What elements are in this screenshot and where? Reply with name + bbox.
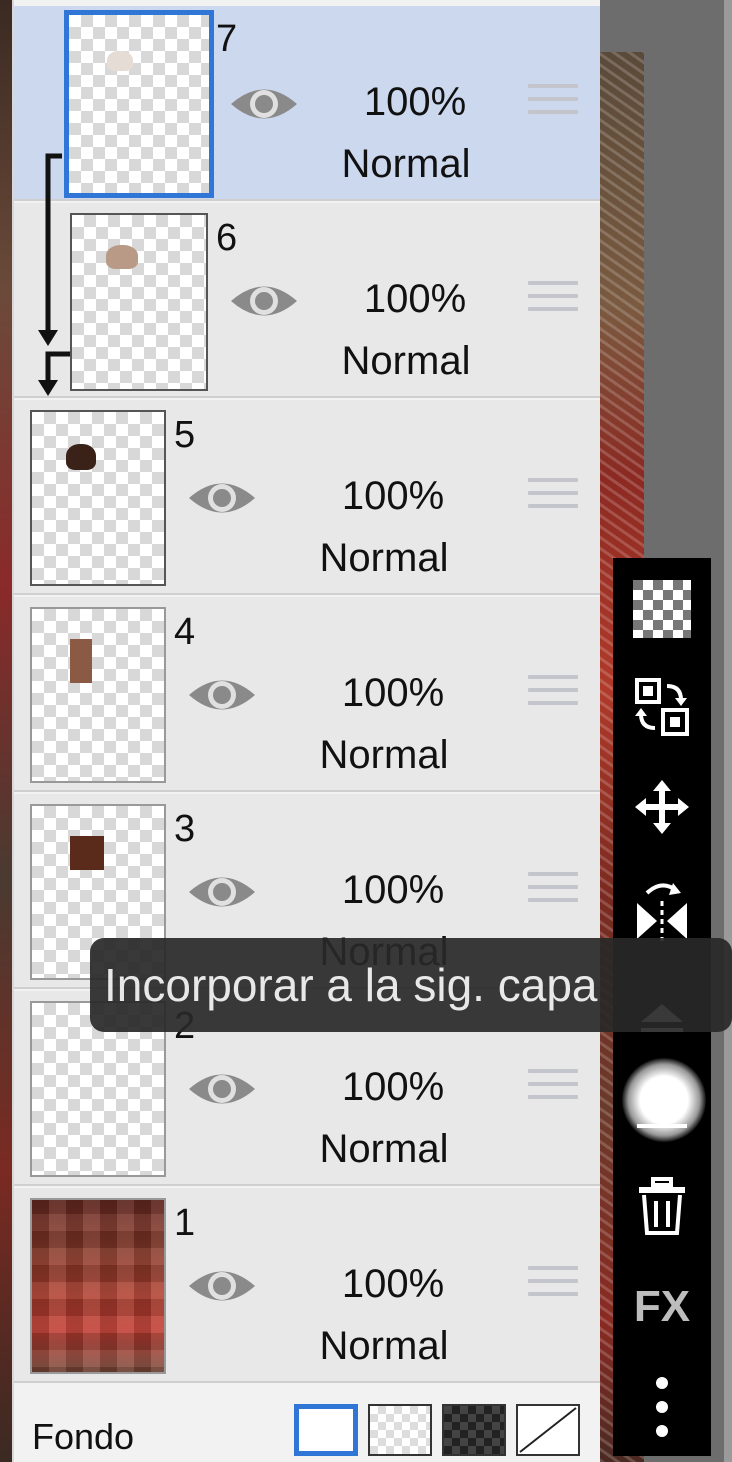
drag-handle-icon[interactable] [528, 1266, 578, 1306]
layer-row-1[interactable]: 1 100% Normal [14, 1188, 600, 1383]
layer-blend-mode[interactable]: Normal [284, 1127, 484, 1172]
swap-layers-icon[interactable] [613, 664, 711, 750]
layer-opacity[interactable]: 100% [308, 671, 478, 716]
layer-opacity[interactable]: 100% [330, 80, 500, 125]
layer-row-6[interactable]: 6 100% Normal [14, 203, 600, 398]
background-option-white[interactable] [294, 1404, 358, 1456]
layer-opacity[interactable]: 100% [330, 277, 500, 322]
background-bar: Fondo [14, 1386, 600, 1462]
eye-icon[interactable] [186, 672, 258, 718]
layer-blend-mode[interactable]: Normal [306, 339, 506, 384]
layer-number: 4 [174, 611, 196, 653]
trash-icon[interactable] [613, 1164, 711, 1250]
clipping-arrow-icon [38, 153, 70, 396]
background-option-transparent-light[interactable] [368, 1404, 432, 1456]
drag-handle-icon[interactable] [528, 84, 578, 124]
layer-number: 7 [216, 18, 238, 60]
eye-icon[interactable] [186, 1066, 258, 1112]
layer-number: 3 [174, 808, 196, 850]
fx-label: FX [633, 1282, 691, 1331]
drag-handle-icon[interactable] [528, 478, 578, 518]
layer-blend-mode[interactable]: Normal [284, 1324, 484, 1369]
layer-blend-mode[interactable]: Normal [306, 142, 506, 187]
layer-blend-mode[interactable]: Normal [284, 536, 484, 581]
move-icon[interactable] [613, 764, 711, 850]
layer-blend-mode[interactable]: Normal [284, 733, 484, 778]
drag-handle-icon[interactable] [528, 281, 578, 321]
layer-number: 5 [174, 414, 196, 456]
drag-handle-icon[interactable] [528, 675, 578, 715]
transparency-icon[interactable] [613, 566, 711, 652]
layer-row-4[interactable]: 4 100% Normal [14, 597, 600, 792]
eye-icon[interactable] [186, 869, 258, 915]
background-option-transparent-dark[interactable] [442, 1404, 506, 1456]
layer-row-7[interactable]: 7 100% Normal [14, 6, 600, 201]
tooltip: Incorporar a la sig. capa [90, 938, 732, 1032]
layer-thumbnail[interactable] [30, 410, 166, 586]
background-option-none[interactable] [516, 1404, 580, 1456]
eye-icon[interactable] [228, 81, 300, 127]
layer-thumbnail[interactable] [30, 1198, 166, 1374]
background-label: Fondo [32, 1416, 135, 1457]
eye-icon[interactable] [228, 278, 300, 324]
layer-opacity[interactable]: 100% [308, 1065, 478, 1110]
layer-opacity[interactable]: 100% [308, 474, 478, 519]
fx-button[interactable]: FX [613, 1264, 711, 1350]
layer-thumbnail[interactable] [70, 213, 208, 391]
layer-opacity[interactable]: 100% [308, 868, 478, 913]
drag-handle-icon[interactable] [528, 872, 578, 912]
scrollbar-track[interactable] [724, 0, 732, 1462]
layer-thumbnail[interactable] [64, 10, 214, 198]
light-icon-glow [622, 1058, 706, 1142]
layer-row-5[interactable]: 5 100% Normal [14, 400, 600, 595]
layer-number: 1 [174, 1202, 196, 1244]
eye-icon[interactable] [186, 475, 258, 521]
layer-opacity[interactable]: 100% [308, 1262, 478, 1307]
layer-number: 6 [216, 217, 238, 259]
drag-handle-icon[interactable] [528, 1069, 578, 1109]
layer-thumbnail[interactable] [30, 607, 166, 783]
more-icon[interactable] [613, 1364, 711, 1450]
eye-icon[interactable] [186, 1263, 258, 1309]
layers-panel: 7 100% Normal 6 100% Normal 5 100% Norma… [12, 0, 600, 1462]
